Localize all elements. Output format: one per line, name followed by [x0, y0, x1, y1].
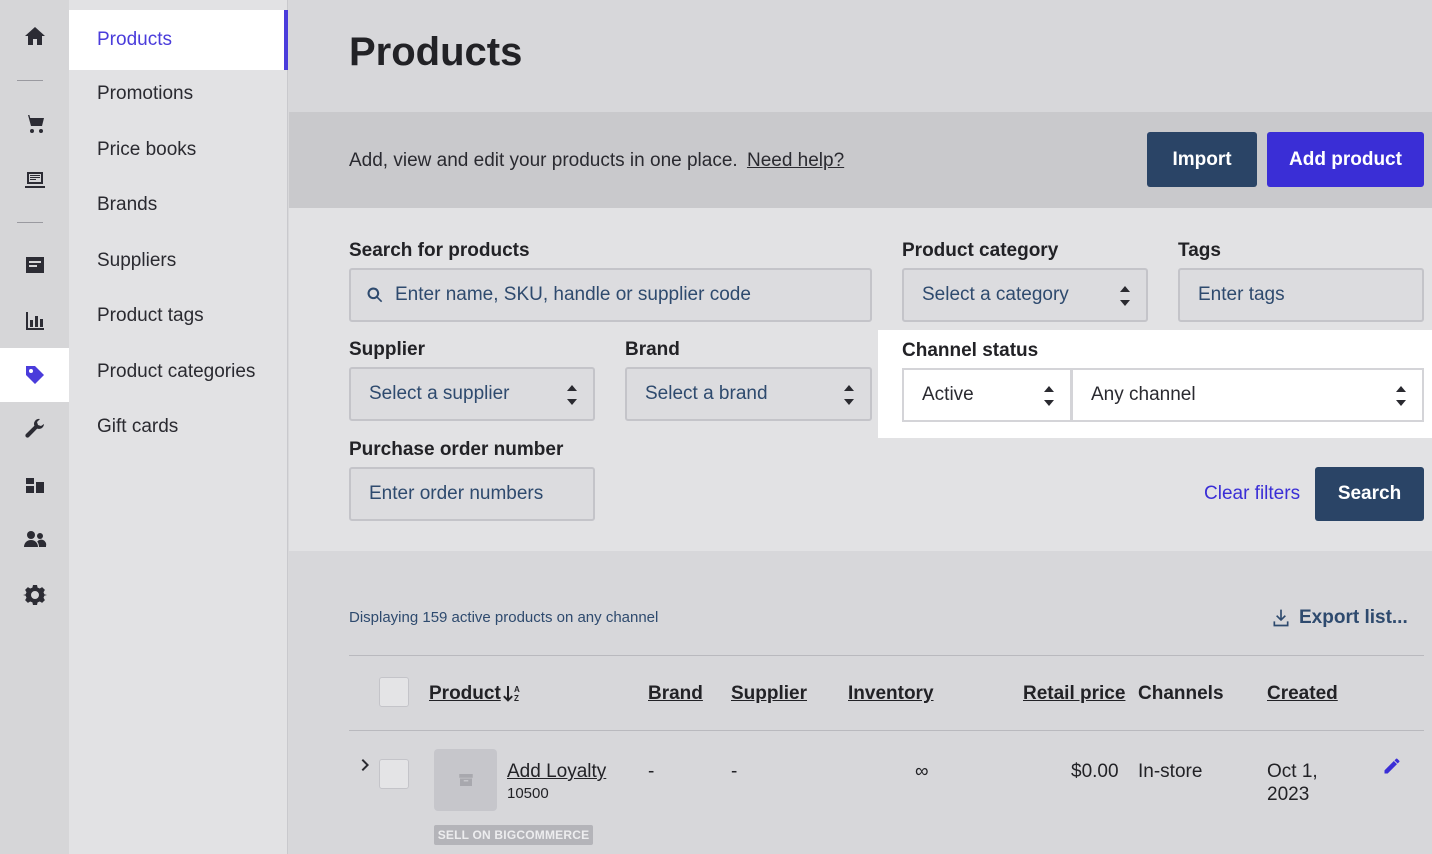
home-icon[interactable] [0, 9, 69, 63]
row-checkbox[interactable] [379, 759, 409, 789]
sell-on-bigcommerce-badge[interactable]: SELL ON BIGCOMMERCE [434, 825, 593, 845]
po-label: Purchase order number [349, 439, 564, 460]
status-select[interactable]: Active [902, 368, 1072, 422]
reports-icon[interactable] [0, 294, 69, 348]
po-input[interactable]: Enter order numbers [349, 467, 595, 521]
svg-text:Z: Z [514, 694, 519, 703]
cell-retail-price: $0.00 [1071, 761, 1119, 782]
tags-placeholder: Enter tags [1198, 284, 1285, 305]
sort-az-icon: AZ [502, 684, 523, 704]
cell-inventory: ∞ [915, 761, 929, 782]
select-arrows-icon [1118, 282, 1132, 310]
column-header-supplier[interactable]: Supplier [731, 683, 807, 705]
select-all-checkbox[interactable] [379, 677, 409, 707]
products-subnav: Products Promotions Price books Brands S… [69, 0, 288, 854]
select-arrows-icon [1042, 382, 1056, 410]
brand-select[interactable]: Select a brand [625, 367, 872, 421]
customers-icon[interactable] [0, 512, 69, 566]
svg-text:A: A [514, 685, 520, 694]
rail-divider [17, 222, 43, 223]
pencil-icon[interactable] [1382, 756, 1402, 776]
intro-bar: Add, view and edit your products in one … [289, 112, 1432, 208]
tags-input[interactable]: Enter tags [1178, 268, 1424, 322]
cell-created-date: Oct 1, [1267, 761, 1318, 782]
cell-channels: In-store [1138, 761, 1203, 782]
search-placeholder: Enter name, SKU, handle or supplier code [395, 284, 751, 305]
sales-ledger-icon[interactable] [0, 238, 69, 292]
supplier-label: Supplier [349, 339, 426, 360]
table-top-divider [349, 655, 1424, 656]
cell-brand: - [648, 761, 655, 782]
product-sku: 10500 [507, 785, 549, 802]
supplier-placeholder: Select a supplier [369, 383, 510, 404]
subnav-item-gift-cards[interactable]: Gift cards [69, 397, 288, 457]
export-list-button[interactable]: Export list... [1271, 607, 1408, 629]
subnav-item-promotions[interactable]: Promotions [69, 64, 288, 124]
intro-description: Add, view and edit your products in one … [349, 150, 738, 171]
gear-icon[interactable] [0, 568, 69, 622]
product-list: Displaying 159 active products on any ch… [289, 551, 1432, 854]
result-count: Displaying 159 active products on any ch… [349, 609, 659, 626]
column-header-product[interactable]: Product A Z [429, 683, 523, 705]
subnav-item-products[interactable]: Products [69, 10, 288, 70]
cell-supplier: - [731, 761, 738, 782]
search-icon [367, 287, 383, 303]
channel-status-group: Channel status Active Any channel [878, 330, 1432, 438]
subnav-item-brands[interactable]: Brands [69, 175, 288, 235]
subnav-item-product-tags[interactable]: Product tags [69, 286, 288, 346]
inventory-icon[interactable] [0, 458, 69, 512]
column-header-retail-price[interactable]: Retail price [1023, 683, 1125, 705]
add-product-button[interactable]: Add product [1267, 132, 1424, 187]
select-arrows-icon [565, 381, 579, 409]
chevron-right-icon[interactable] [360, 757, 372, 773]
export-label: Export list... [1299, 607, 1408, 628]
channel-status-label: Channel status [902, 340, 1039, 361]
subnav-item-product-categories[interactable]: Product categories [69, 342, 288, 402]
tags-label: Tags [1178, 240, 1221, 261]
category-label: Product category [902, 240, 1059, 261]
cart-icon[interactable] [0, 97, 69, 151]
category-placeholder: Select a category [922, 284, 1069, 305]
po-placeholder: Enter order numbers [369, 483, 544, 504]
status-value: Active [922, 384, 974, 405]
clear-filters-link[interactable]: Clear filters [1204, 483, 1300, 505]
download-icon [1273, 609, 1289, 627]
wrench-icon[interactable] [0, 402, 69, 456]
column-header-inventory[interactable]: Inventory [848, 683, 934, 705]
search-button[interactable]: Search [1315, 467, 1424, 521]
channel-value: Any channel [1091, 384, 1196, 405]
need-help-link[interactable]: Need help? [747, 150, 844, 171]
channel-select[interactable]: Any channel [1071, 368, 1424, 422]
filters-panel: Search for products Enter name, SKU, han… [289, 208, 1432, 551]
brand-placeholder: Select a brand [645, 383, 768, 404]
column-header-created[interactable]: Created [1267, 683, 1338, 705]
supplier-select[interactable]: Select a supplier [349, 367, 595, 421]
product-name-link[interactable]: Add Loyalty [507, 761, 606, 783]
subnav-item-suppliers[interactable]: Suppliers [69, 231, 288, 291]
column-header-channels: Channels [1138, 683, 1224, 704]
intro-text: Add, view and edit your products in one … [349, 150, 844, 172]
page-title: Products [349, 30, 523, 74]
product-thumbnail [434, 749, 497, 811]
box-icon [458, 774, 473, 786]
column-header-brand[interactable]: Brand [648, 683, 703, 705]
brand-label: Brand [625, 339, 680, 360]
search-input[interactable]: Enter name, SKU, handle or supplier code [349, 268, 872, 322]
subnav-item-price-books[interactable]: Price books [69, 120, 288, 180]
select-arrows-icon [1394, 382, 1408, 410]
select-arrows-icon [842, 381, 856, 409]
table-header-divider [349, 730, 1424, 731]
rail-divider [17, 80, 43, 81]
icon-rail [0, 0, 69, 854]
main-content: Products Add, view and edit your product… [289, 0, 1432, 854]
import-button[interactable]: Import [1147, 132, 1257, 187]
category-select[interactable]: Select a category [902, 268, 1148, 322]
register-icon[interactable] [0, 152, 69, 206]
column-header-product-label: Product [429, 683, 501, 704]
tag-icon[interactable] [0, 348, 69, 402]
cell-created-year: 2023 [1267, 784, 1310, 805]
search-label: Search for products [349, 240, 530, 261]
